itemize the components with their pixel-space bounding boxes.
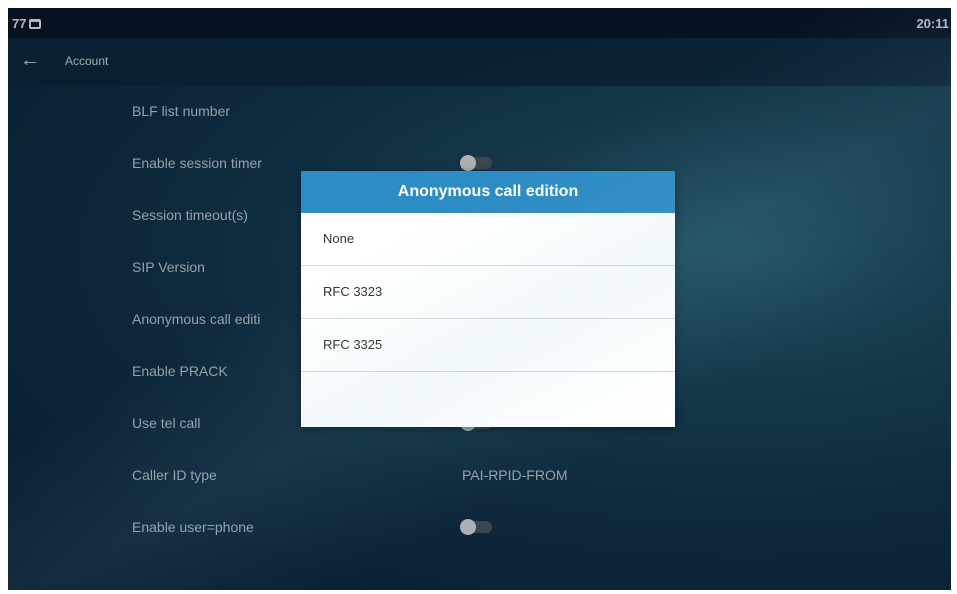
phone-screen: 77 20:11 ← Account BLF list number Enabl… — [8, 8, 951, 590]
anonymous-call-edition-dialog: Anonymous call edition None RFC 3323 RFC… — [301, 171, 675, 427]
dialog-title: Anonymous call edition — [301, 171, 675, 213]
option-empty[interactable] — [301, 372, 675, 424]
option-rfc-3325[interactable]: RFC 3325 — [301, 319, 675, 372]
option-rfc-3323[interactable]: RFC 3323 — [301, 266, 675, 319]
option-none[interactable]: None — [301, 213, 675, 266]
